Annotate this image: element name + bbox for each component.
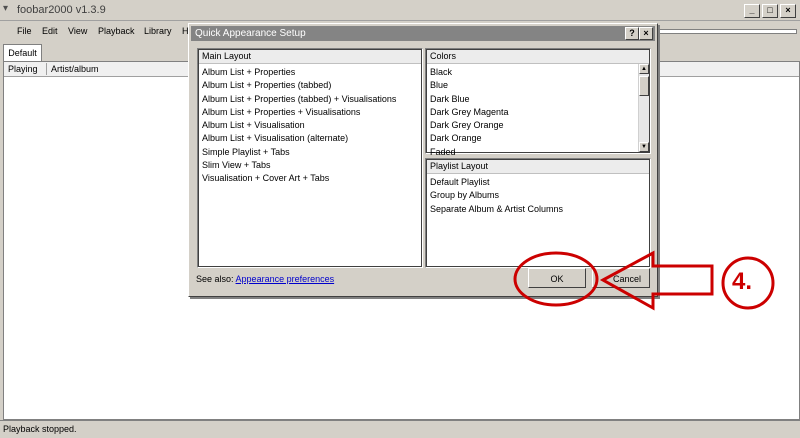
column-artist-album[interactable]: Artist/album <box>47 63 201 75</box>
main-layout-list[interactable]: Main Layout Album List + Properties Albu… <box>197 48 423 268</box>
menu-playback[interactable]: Playback <box>98 26 135 36</box>
main-layout-item[interactable]: Simple Playlist + Tabs <box>202 146 420 159</box>
main-layout-item[interactable]: Album List + Properties + Visualisations <box>202 106 420 119</box>
menu-edit[interactable]: Edit <box>42 26 58 36</box>
main-layout-item[interactable]: Slim View + Tabs <box>202 159 420 172</box>
dialog-help-button[interactable]: ? <box>625 27 639 40</box>
menu-view[interactable]: View <box>68 26 87 36</box>
playlist-layout-item[interactable]: Default Playlist <box>430 176 648 189</box>
colors-list[interactable]: Colors Black Blue Dark Blue Dark Grey Ma… <box>425 48 651 157</box>
appearance-preferences-link[interactable]: Appearance preferences <box>236 274 335 284</box>
colors-item[interactable]: Black <box>430 66 638 79</box>
menu-file[interactable]: File <box>17 26 32 36</box>
window-controls: _ □ × <box>744 4 796 18</box>
window-titlebar: ▾ foobar2000 v1.3.9 _ □ × <box>0 0 800 21</box>
menu-library[interactable]: Library <box>144 26 172 36</box>
see-also-label: See also: <box>196 274 234 284</box>
see-also: See also: Appearance preferences <box>196 274 334 284</box>
playlist-layout-header: Playlist Layout <box>427 160 649 174</box>
playlist-layout-item[interactable]: Group by Albums <box>430 189 648 202</box>
colors-item[interactable]: Dark Blue <box>430 93 638 106</box>
scroll-down-icon[interactable]: ▼ <box>639 142 649 152</box>
status-text: Playback stopped. <box>3 424 77 434</box>
main-layout-header: Main Layout <box>199 50 421 64</box>
main-layout-item[interactable]: Album List + Properties (tabbed) <box>202 79 420 92</box>
colors-item[interactable]: Dark Orange <box>430 132 638 145</box>
main-layout-item[interactable]: Album List + Properties (tabbed) + Visua… <box>202 93 420 106</box>
tab-default[interactable]: Default <box>3 44 42 61</box>
colors-item[interactable]: Dark Grey Orange <box>430 119 638 132</box>
dialog-close-button[interactable]: × <box>639 27 653 40</box>
main-layout-item[interactable]: Album List + Properties <box>202 66 420 79</box>
minimize-button[interactable]: _ <box>744 4 760 18</box>
window-title: foobar2000 v1.3.9 <box>17 4 106 16</box>
status-bar: Playback stopped. <box>0 420 800 438</box>
quick-appearance-setup-dialog: Quick Appearance Setup ? × Main Layout A… <box>188 23 658 297</box>
colors-item[interactable]: Blue <box>430 79 638 92</box>
scroll-up-icon[interactable]: ▲ <box>639 64 649 74</box>
dialog-titlebar: Quick Appearance Setup ? × <box>191 26 655 41</box>
scroll-thumb[interactable] <box>639 76 649 96</box>
column-playing[interactable]: Playing <box>4 63 47 75</box>
ok-button[interactable]: OK <box>528 268 586 288</box>
seek-bar[interactable] <box>655 29 797 34</box>
step-number: 4. <box>732 268 753 295</box>
colors-header: Colors <box>427 50 649 64</box>
dialog-title: Quick Appearance Setup <box>195 28 306 39</box>
main-layout-item[interactable]: Album List + Visualisation (alternate) <box>202 132 420 145</box>
maximize-button[interactable]: □ <box>762 4 778 18</box>
close-window-button[interactable]: × <box>780 4 796 18</box>
cancel-button[interactable]: Cancel <box>592 268 650 288</box>
main-layout-item[interactable]: Visualisation + Cover Art + Tabs <box>202 172 420 185</box>
foobar-app-icon: ▾ <box>3 3 9 14</box>
main-layout-item[interactable]: Album List + Visualisation <box>202 119 420 132</box>
playlist-layout-list[interactable]: Playlist Layout Default Playlist Group b… <box>425 158 651 268</box>
colors-item[interactable]: Dark Grey Magenta <box>430 106 638 119</box>
playlist-layout-item[interactable]: Separate Album & Artist Columns <box>430 203 648 216</box>
colors-scrollbar[interactable]: ▲ ▼ <box>638 64 649 152</box>
